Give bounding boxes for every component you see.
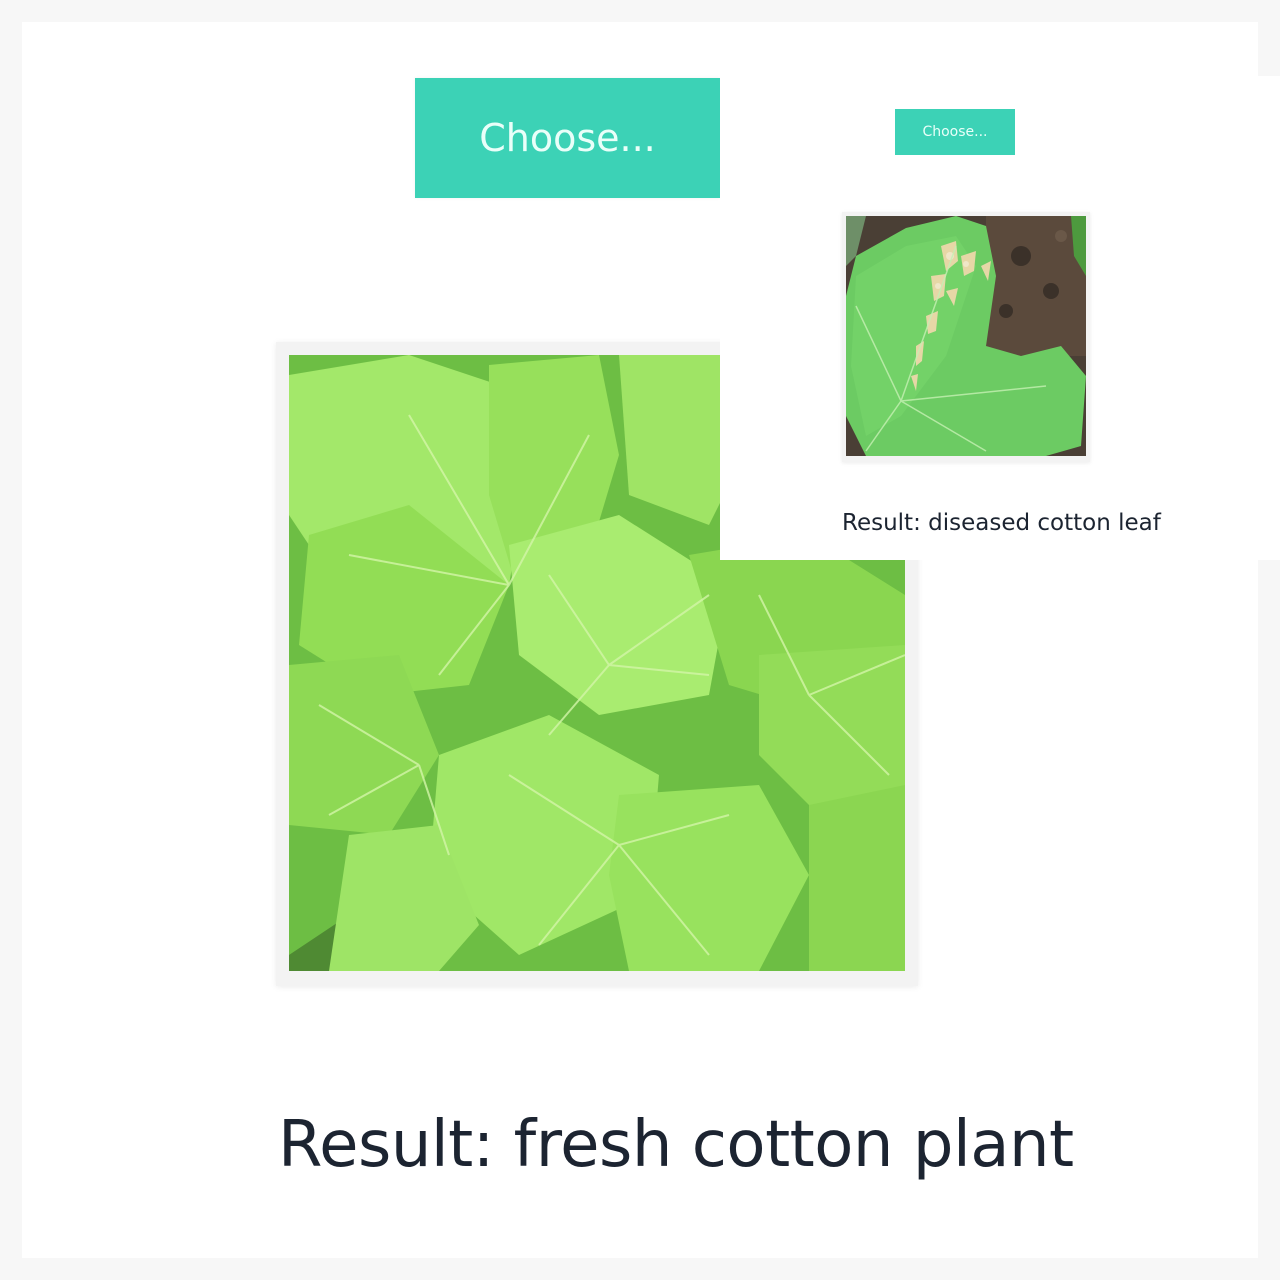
uploaded-image-diseased bbox=[842, 212, 1090, 462]
result-text-fresh: Result: fresh cotton plant bbox=[278, 1108, 1074, 1182]
choose-file-button-small[interactable]: Choose... bbox=[895, 109, 1015, 155]
inset-screenshot: Choose... Result: diseased cotton leaf bbox=[720, 76, 1280, 560]
choose-file-button[interactable]: Choose... bbox=[415, 78, 720, 198]
result-text-diseased: Result: diseased cotton leaf bbox=[842, 510, 1161, 536]
diseased-cotton-photo bbox=[846, 216, 1086, 456]
